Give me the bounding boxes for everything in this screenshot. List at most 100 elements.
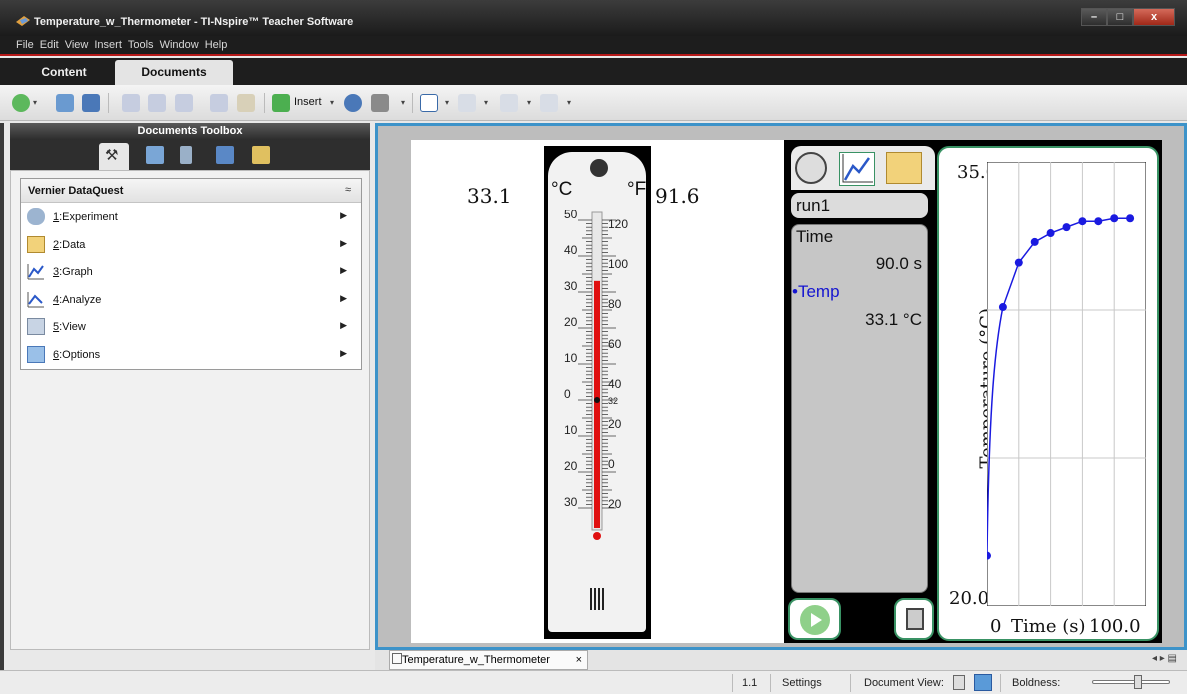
settings-button[interactable]: Settings xyxy=(782,677,822,689)
layout-dropdown-arrow-icon[interactable]: ▾ xyxy=(445,98,449,116)
menu-item-graph[interactable]: 3:Graph ▶ xyxy=(21,258,361,286)
submenu-arrow-icon: ▶ xyxy=(340,237,347,248)
ti-smartview-icon[interactable] xyxy=(180,146,192,164)
line-color-icon[interactable] xyxy=(500,94,518,112)
insert-dropdown-arrow-icon[interactable]: ▾ xyxy=(330,98,334,116)
redo-icon[interactable] xyxy=(148,94,166,112)
menu-tools[interactable]: Tools xyxy=(128,36,154,54)
open-document-icon[interactable] xyxy=(56,94,74,112)
close-tab-icon[interactable]: × xyxy=(576,651,582,669)
boldness-slider-handle[interactable] xyxy=(1134,675,1142,689)
fill-dropdown-arrow-icon[interactable]: ▾ xyxy=(484,98,488,116)
menu-edit[interactable]: Edit xyxy=(40,36,59,54)
menu-file[interactable]: File xyxy=(16,36,34,54)
minimize-button[interactable]: – xyxy=(1081,8,1107,26)
table-view-icon[interactable] xyxy=(886,152,922,184)
x-axis-label: Time (s) xyxy=(1011,616,1086,637)
menu-item-view[interactable]: 5:View ▶ xyxy=(21,313,361,341)
screen-capture-icon[interactable] xyxy=(371,94,389,112)
time-value: 90.0 s xyxy=(875,254,922,273)
fahrenheit-tick-label: 80 xyxy=(608,297,622,311)
text-color-icon[interactable] xyxy=(540,94,558,112)
boldness-slider[interactable] xyxy=(1092,680,1170,684)
temp-label: •Temp xyxy=(792,282,840,301)
insert-icon[interactable] xyxy=(272,94,290,112)
graph-view-icon[interactable] xyxy=(839,152,875,186)
document-page[interactable]: 33.1 91.6 °C °F 50 40 30 20 10 0 10 20 30 120 100 8… xyxy=(411,140,1162,643)
text-dropdown-arrow-icon[interactable]: ▾ xyxy=(567,98,571,116)
new-dropdown-arrow-icon[interactable]: ▾ xyxy=(33,98,37,116)
graph-icon xyxy=(27,264,44,280)
title-bar: Temperature_w_Thermometer - TI-Nspire™ T… xyxy=(0,0,1187,36)
capture-dropdown-arrow-icon[interactable]: ▾ xyxy=(401,98,405,116)
collapse-icon[interactable]: ≈ xyxy=(345,184,351,196)
hang-hole-icon xyxy=(590,159,608,177)
page-sorter-icon[interactable] xyxy=(146,146,164,164)
computer-view-icon[interactable] xyxy=(974,674,992,691)
menu-item-label: :Graph xyxy=(59,266,93,278)
meter-view-icon[interactable] xyxy=(795,152,827,184)
close-window-button[interactable]: x xyxy=(1133,8,1175,26)
toolbox-panel: Vernier DataQuest ≈ 1:Experiment ▶ 2:Dat… xyxy=(10,170,370,650)
document-tab[interactable]: Temperature_w_Thermometer × xyxy=(389,650,588,670)
zero-marker xyxy=(594,397,600,403)
menu-item-options[interactable]: 6:Options ▶ xyxy=(21,341,361,369)
fahrenheit-tick-label: 40 xyxy=(608,377,622,391)
store-run-button[interactable] xyxy=(894,598,934,640)
view-icon xyxy=(27,318,45,335)
menu-window[interactable]: Window xyxy=(160,36,199,54)
page-number: 1.1 xyxy=(742,677,758,689)
collect-button[interactable] xyxy=(788,598,841,640)
maximize-button[interactable]: □ xyxy=(1107,8,1133,26)
submenu-arrow-icon: ▶ xyxy=(340,265,347,275)
undo-icon[interactable] xyxy=(122,94,140,112)
fahrenheit-tick-label: 20 xyxy=(608,497,622,511)
menu-help[interactable]: Help xyxy=(205,36,228,54)
line-dropdown-arrow-icon[interactable]: ▾ xyxy=(527,98,531,116)
page-layout-icon[interactable] xyxy=(420,94,438,112)
variables-icon[interactable] xyxy=(344,94,362,112)
data-point xyxy=(1078,217,1087,226)
menu-view[interactable]: View xyxy=(65,36,89,54)
celsius-unit-label: °C xyxy=(551,179,573,200)
vernier-dataquest-header[interactable]: Vernier DataQuest ≈ xyxy=(21,179,361,203)
menu-item-label: :Data xyxy=(59,238,86,251)
copy-icon[interactable] xyxy=(210,94,228,112)
run-selector[interactable]: run1 xyxy=(791,193,928,218)
paste-icon[interactable] xyxy=(237,94,255,112)
cut-icon[interactable] xyxy=(175,94,193,112)
menu-insert[interactable]: Insert xyxy=(94,36,122,54)
experiment-icon xyxy=(27,208,45,225)
save-icon[interactable] xyxy=(82,94,100,112)
menu-item-data[interactable]: 2:Data ▶ xyxy=(21,231,361,259)
speaker-grille-icon xyxy=(590,588,606,610)
handheld-view-icon[interactable] xyxy=(953,675,965,690)
time-label: Time xyxy=(796,227,834,246)
menu-item-experiment[interactable]: 1:Experiment ▶ xyxy=(21,203,361,231)
data-point xyxy=(1094,217,1103,226)
submenu-arrow-icon: ▶ xyxy=(340,210,347,220)
tab-documents[interactable]: Documents xyxy=(115,60,233,85)
ti-nspire-logo-icon xyxy=(16,16,30,26)
status-bar: 1.1 Settings Document View: Boldness: xyxy=(0,670,1187,694)
y-min-label: 20.0 xyxy=(949,588,990,609)
submenu-arrow-icon: ▶ xyxy=(340,320,347,330)
chart-plot-area[interactable] xyxy=(987,162,1146,606)
document-view-label: Document View: xyxy=(864,677,944,689)
celsius-tick-label: 20 xyxy=(564,315,578,329)
graph-panel[interactable]: 35.0 20.0 0 Time (s) 100.0 Temperature (… xyxy=(937,146,1159,641)
new-document-icon[interactable] xyxy=(12,94,30,112)
insert-label[interactable]: Insert xyxy=(294,96,322,114)
tab-nav-arrows[interactable]: ◂ ▸ ▤ xyxy=(1152,653,1177,664)
fahrenheit-readout: 91.6 xyxy=(655,184,700,208)
tab-content[interactable]: Content xyxy=(14,60,114,85)
celsius-tick-label: 10 xyxy=(564,351,578,365)
document-tools-icon[interactable]: ⚒ xyxy=(99,143,129,170)
menu-item-analyze[interactable]: 4:Analyze ▶ xyxy=(21,286,361,314)
status-separator xyxy=(732,674,733,692)
utilities-icon[interactable] xyxy=(216,146,234,164)
fill-color-icon[interactable] xyxy=(458,94,476,112)
content-explorer-icon[interactable] xyxy=(252,146,270,164)
document-icon xyxy=(392,653,402,664)
menu-item-label: :Analyze xyxy=(59,293,102,306)
